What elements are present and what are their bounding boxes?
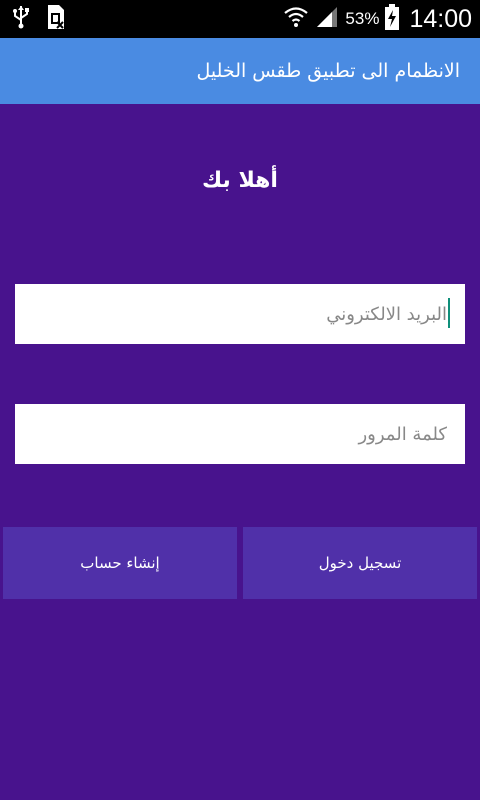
battery-percent: 53% — [345, 9, 380, 28]
email-field-container — [15, 284, 465, 344]
clock: 14:00 — [409, 4, 472, 33]
status-bar: 53% 14:00 — [0, 0, 480, 38]
sim-card-icon — [46, 4, 66, 34]
signup-button[interactable]: إنشاء حساب — [3, 527, 237, 599]
usb-icon — [12, 5, 30, 33]
password-field-container — [15, 404, 465, 464]
email-field[interactable] — [15, 284, 465, 344]
wifi-icon — [283, 5, 309, 33]
welcome-heading: أهلا بك — [202, 168, 278, 193]
login-button[interactable]: تسجيل دخول — [243, 527, 477, 599]
text-cursor — [448, 298, 450, 328]
app-title: الانظمام الى تطبيق طقس الخليل — [196, 60, 460, 82]
password-field[interactable] — [15, 404, 465, 464]
signal-icon — [315, 5, 339, 33]
battery-charging-icon — [385, 4, 400, 34]
app-bar: الانظمام الى تطبيق طقس الخليل — [0, 38, 480, 104]
